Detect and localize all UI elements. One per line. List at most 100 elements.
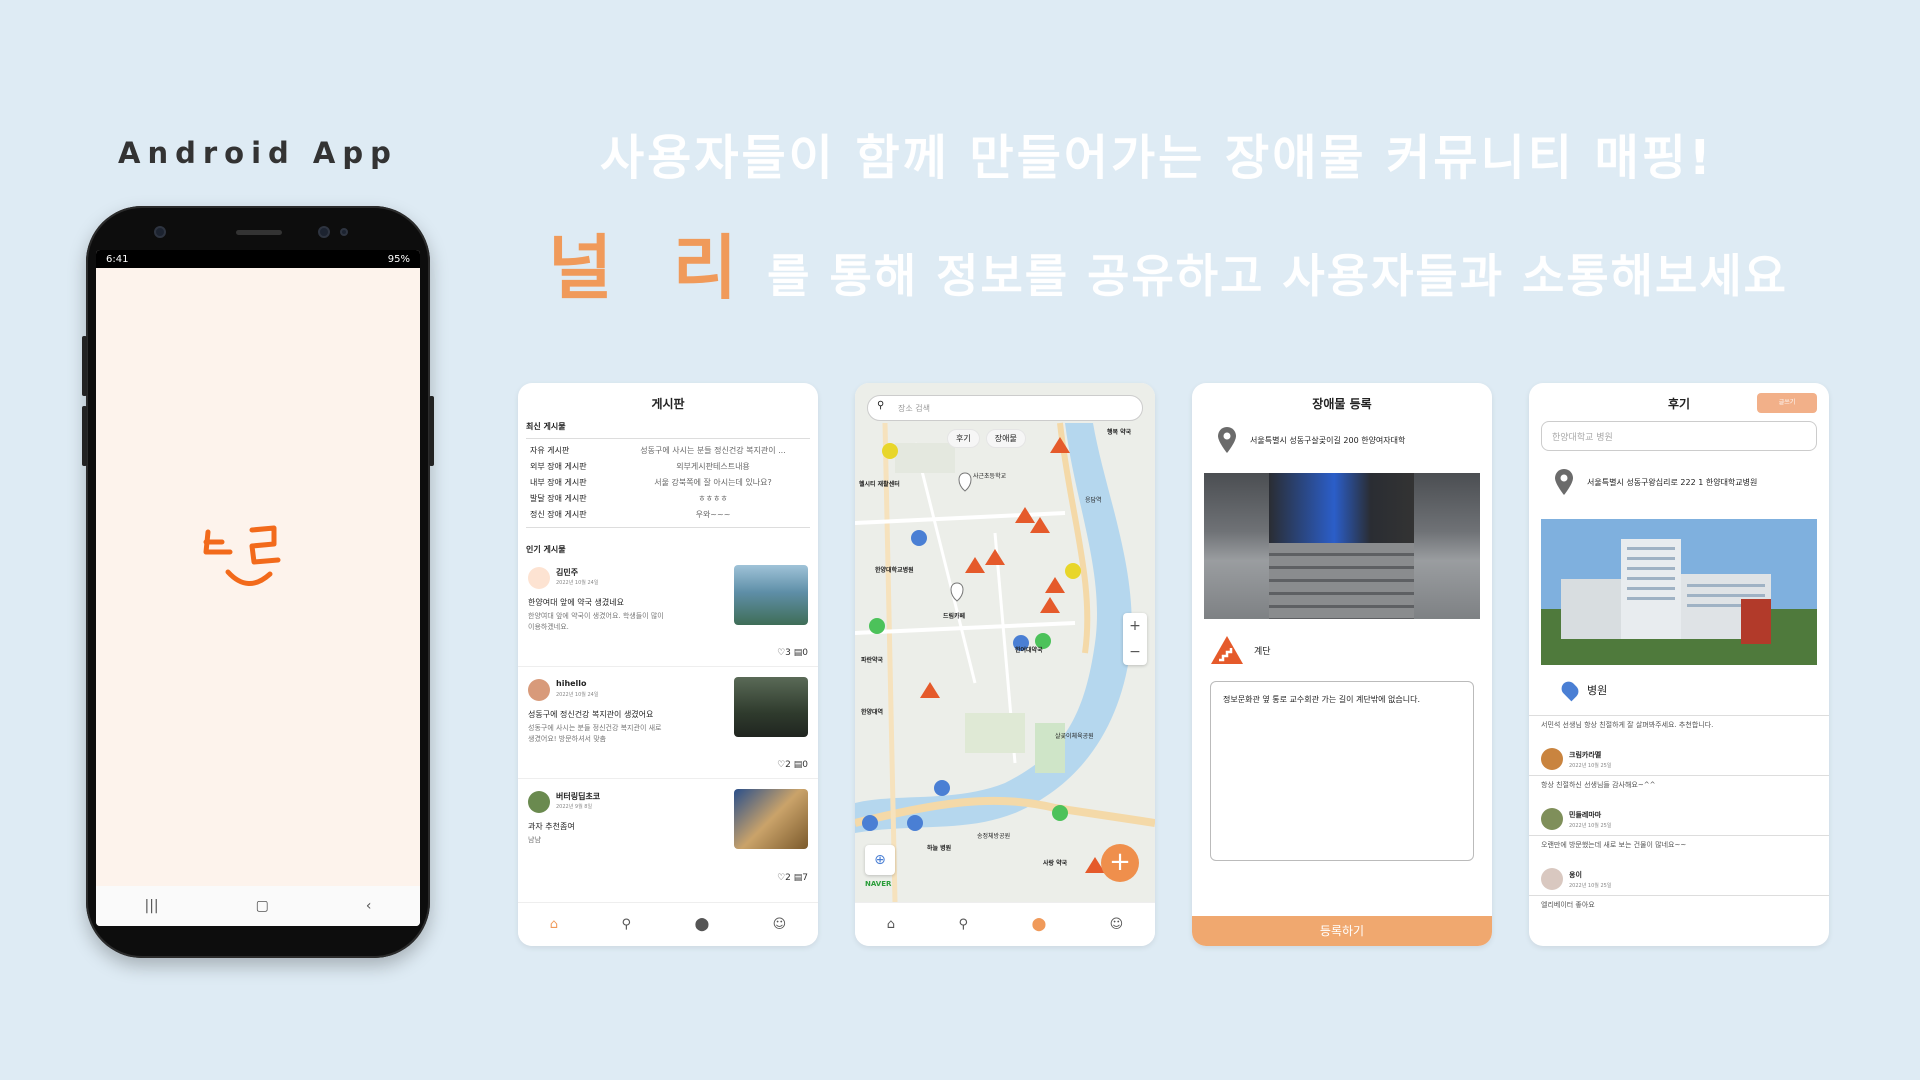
location-pin-icon [1218, 427, 1236, 453]
board-name: 정신 장애 게시판 [530, 510, 587, 519]
front-camera-icon [318, 226, 330, 238]
review-screen: 후기 글쓰기 한양대학교 병원 서울특별시 성동구왕십리로 222 1 한양대학… [1529, 383, 1829, 946]
sensor-icon [154, 226, 166, 238]
search-input[interactable]: 장소 검색 [867, 395, 1143, 421]
like-count: 3 [785, 648, 791, 658]
post-body: 냠냠 [528, 836, 541, 844]
bottom-nav: ⌂ ⚲ ⬤ ☺ [855, 902, 1155, 946]
filter-chip-obstacle[interactable]: 장애물 [985, 429, 1026, 448]
place-label: 응답역 [1085, 497, 1102, 504]
post-title: 과자 추천좀여 [528, 822, 575, 831]
map-pin-icon[interactable]: ⬤ [695, 917, 710, 932]
back-icon[interactable]: ‹ [366, 898, 372, 914]
profile-icon[interactable]: ☺ [1110, 917, 1124, 932]
post-date: 2022년 9월 8일 [556, 804, 593, 810]
locate-button[interactable]: ⊕ [865, 845, 895, 875]
post-stats: ♡3 ▤0 [777, 648, 808, 658]
post-item[interactable]: hihello 2022년 10월 24일 성동구에 정신건강 복지관이 생겼어… [518, 667, 818, 779]
board-name: 외부 장애 게시판 [530, 462, 587, 471]
board-row[interactable]: 내부 장애 게시판 서울 강북쪽에 잘 아시는데 있나요? [530, 475, 806, 491]
profile-icon[interactable]: ☺ [773, 917, 787, 932]
crosshair-icon: ⊕ [874, 852, 886, 868]
heart-icon[interactable]: ♡ [777, 760, 785, 770]
avatar [528, 567, 550, 589]
zoom-out-button[interactable]: − [1123, 639, 1147, 665]
avatar [1541, 808, 1563, 830]
app-logo [196, 510, 306, 624]
submit-button[interactable]: 등록하기 [1192, 916, 1492, 946]
review-date: 2022년 10월 25일 [1569, 763, 1612, 769]
post-author: 버터링딥초코 [556, 792, 601, 801]
recent-apps-icon[interactable]: ||| [145, 898, 159, 914]
zoom-in-button[interactable]: + [1123, 613, 1147, 639]
board-row[interactable]: 발달 장애 게시판 ㅎㅎㅎㅎ [530, 491, 806, 507]
place-label: 파란약국 [861, 657, 884, 664]
address-text: 서울특별시 성동구왕십리로 222 1 한양대학교병원 [1587, 477, 1758, 487]
board-name: 발달 장애 게시판 [530, 494, 587, 503]
board-row[interactable]: 외부 장애 게시판 외부게시판테스트내용 [530, 459, 806, 475]
bottom-nav: ⌂ ⚲ ⬤ ☺ [518, 902, 818, 946]
review-author: 민들레마마 [1569, 811, 1602, 819]
register-title: 장애물 등록 [1312, 397, 1372, 411]
board-preview: 우와~~~ [695, 510, 731, 519]
post-item[interactable]: 버터링딥초코 2022년 9월 8일 과자 추천좀여 냠냠 ♡2 ▤7 [518, 779, 818, 891]
place-label: 행복 약국 [1107, 429, 1132, 436]
heart-icon[interactable]: ♡ [777, 873, 785, 883]
heart-icon[interactable]: ♡ [777, 648, 785, 658]
board-row[interactable]: 정신 장애 게시판 우와~~~ [530, 507, 806, 523]
comment-count: 0 [802, 760, 808, 770]
post-body: 성동구에 사시는 분들 정신건강 복지관이 새로 생겼어요! 방문하셔서 맞춤 [528, 724, 662, 743]
avatar [528, 679, 550, 701]
place-label: 살곶이체육공원 [1055, 733, 1094, 740]
popular-section-title: 인기 게시물 [526, 545, 566, 554]
volume-button-down [82, 406, 87, 466]
speaker-grille [236, 230, 282, 235]
obstacle-type-row: 계단 [1192, 619, 1492, 681]
search-icon: ⚲ [877, 400, 885, 411]
home-icon[interactable]: ⌂ [887, 917, 895, 932]
place-search-input[interactable]: 한양대학교 병원 [1541, 421, 1817, 451]
write-review-button[interactable]: 글쓰기 [1757, 393, 1817, 413]
post-stats: ♡2 ▤0 [777, 760, 808, 770]
status-bar: 6:41 95% [96, 250, 420, 268]
place-label: 한양대역 [861, 709, 884, 716]
post-author: 김민주 [556, 568, 579, 577]
filter-chip-review[interactable]: 후기 [947, 429, 980, 448]
like-count: 2 [785, 760, 791, 770]
location-pin-icon [1555, 469, 1573, 495]
phone-mockup: 6:41 95% ||| ▢ ‹ [82, 206, 434, 958]
post-date: 2022년 10월 24일 [556, 580, 599, 586]
address-row: 서울특별시 성동구살곶이길 200 한양여자대학 [1192, 417, 1492, 463]
place-label: 사랑 약국 [1043, 860, 1068, 867]
platform-label: Android App [118, 136, 398, 170]
avatar [1541, 868, 1563, 890]
post-item[interactable]: 김민주 2022년 10월 24일 한양여대 앞에 약국 생겼네요 한양여대 앞… [518, 555, 818, 667]
map-pin-icon[interactable]: ⬤ [1032, 917, 1047, 932]
review-item: 서민석 선생님 항상 친절하게 잘 살펴봐주세요. 추천합니다. 크림카라멜 2… [1529, 716, 1829, 776]
avatar [1541, 748, 1563, 770]
address-row: 서울특별시 성동구왕십리로 222 1 한양대학교병원 [1529, 455, 1829, 509]
search-icon[interactable]: ⚲ [622, 917, 632, 932]
battery-status: 95% [387, 253, 410, 265]
comment-icon: ▤ [793, 648, 803, 658]
map-view[interactable]: 장소 검색 ⚲ 후기 장애물 행복 약국 사근초등학교 헬시티 재활센터 한양대… [855, 383, 1155, 902]
category-row: 병원 [1529, 665, 1829, 716]
system-nav-bar: ||| ▢ ‹ [96, 886, 420, 926]
comment-icon: ▤ [793, 873, 803, 883]
avatar [528, 791, 550, 813]
memo-textarea[interactable]: 정보문화관 옆 통로 교수회관 가는 길이 계단밖에 없습니다. [1210, 681, 1474, 861]
home-icon[interactable]: ⌂ [550, 917, 558, 932]
review-date: 2022년 10월 25일 [1569, 883, 1612, 889]
place-label: 한여대약국 [1015, 647, 1043, 654]
home-icon[interactable]: ▢ [256, 898, 269, 914]
place-label: 드림카페 [943, 613, 966, 620]
review-author: 크림카라멜 [1569, 751, 1602, 759]
headline: 사용자들이 함께 만들어가는 장애물 커뮤니티 매핑! [600, 130, 1714, 186]
map-screen: 장소 검색 ⚲ 후기 장애물 행복 약국 사근초등학교 헬시티 재활센터 한양대… [855, 383, 1155, 946]
board-list: 자유 게시판 성동구에 사시는 분들 정신건강 복지관이 ... 외부 장애 게시… [526, 438, 810, 528]
board-row[interactable]: 자유 게시판 성동구에 사시는 분들 정신건강 복지관이 ... [530, 443, 806, 459]
power-button [429, 396, 434, 466]
add-obstacle-button[interactable]: + [1101, 844, 1139, 882]
board-preview: ㅎㅎㅎㅎ [698, 494, 728, 503]
search-icon[interactable]: ⚲ [959, 917, 969, 932]
